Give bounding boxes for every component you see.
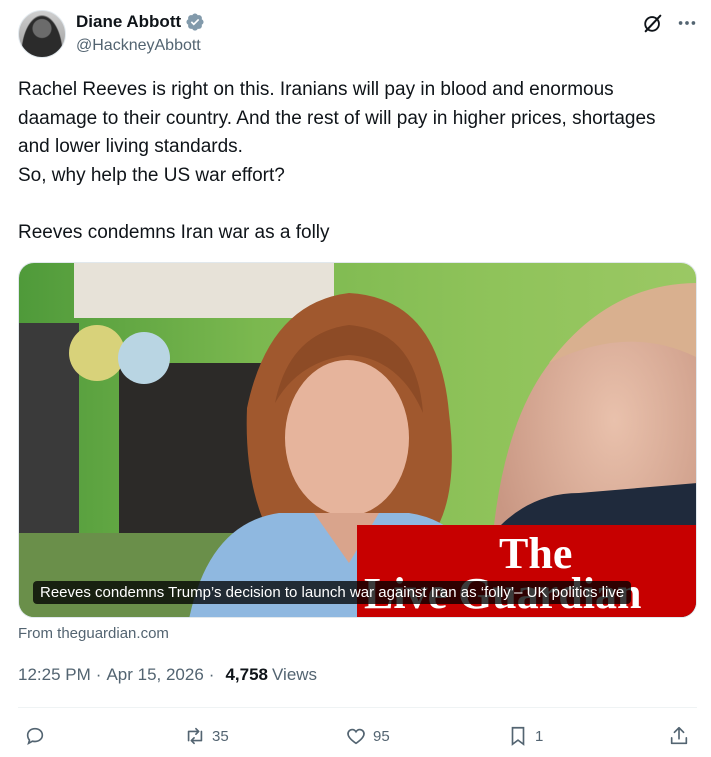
- verified-badge-icon[interactable]: [185, 12, 205, 32]
- author-handle[interactable]: @HackneyAbbott: [76, 37, 201, 55]
- meta-separator: ·: [208, 665, 215, 684]
- link-card[interactable]: The Live Guardian Reeves condemns Trump’…: [18, 262, 697, 618]
- meta-separator: ·: [95, 665, 102, 684]
- share-button[interactable]: [668, 725, 690, 747]
- divider: [18, 707, 697, 708]
- tweet-time[interactable]: 12:25 PM: [18, 665, 91, 685]
- views-label: Views: [272, 665, 318, 684]
- views-count: 4,758: [225, 665, 269, 684]
- like-count: 95: [373, 727, 390, 745]
- bookmark-count: 1: [535, 727, 544, 745]
- reply-icon: [26, 727, 44, 746]
- card-source[interactable]: From theguardian.com: [18, 625, 169, 642]
- share-icon: [670, 726, 688, 745]
- retweet-count: 35: [212, 727, 229, 745]
- retweet-icon: [187, 727, 203, 745]
- tweet-text: Rachel Reeves is right on this. Iranians…: [18, 79, 656, 243]
- card-caption: Reeves condemns Trump’s decision to laun…: [33, 581, 632, 604]
- tweet-meta: 12:25 PM · Apr 15, 2026 · 4,758 Views: [18, 665, 317, 685]
- author-display-name[interactable]: Diane Abbott: [76, 12, 181, 32]
- bookmark-icon: [511, 726, 525, 746]
- reply-button[interactable]: [24, 725, 52, 747]
- like-button[interactable]: 95: [345, 725, 390, 747]
- avatar[interactable]: [18, 10, 66, 58]
- author-name-row: Diane Abbott: [76, 12, 205, 32]
- like-icon: [347, 728, 365, 745]
- bookmark-button[interactable]: 1: [507, 725, 543, 747]
- card-photo: The Live Guardian: [19, 263, 696, 617]
- tweet-date[interactable]: Apr 15, 2026: [106, 665, 203, 685]
- more-icon[interactable]: [676, 12, 698, 34]
- retweet-button[interactable]: 35: [184, 725, 229, 747]
- grok-icon[interactable]: [642, 12, 664, 34]
